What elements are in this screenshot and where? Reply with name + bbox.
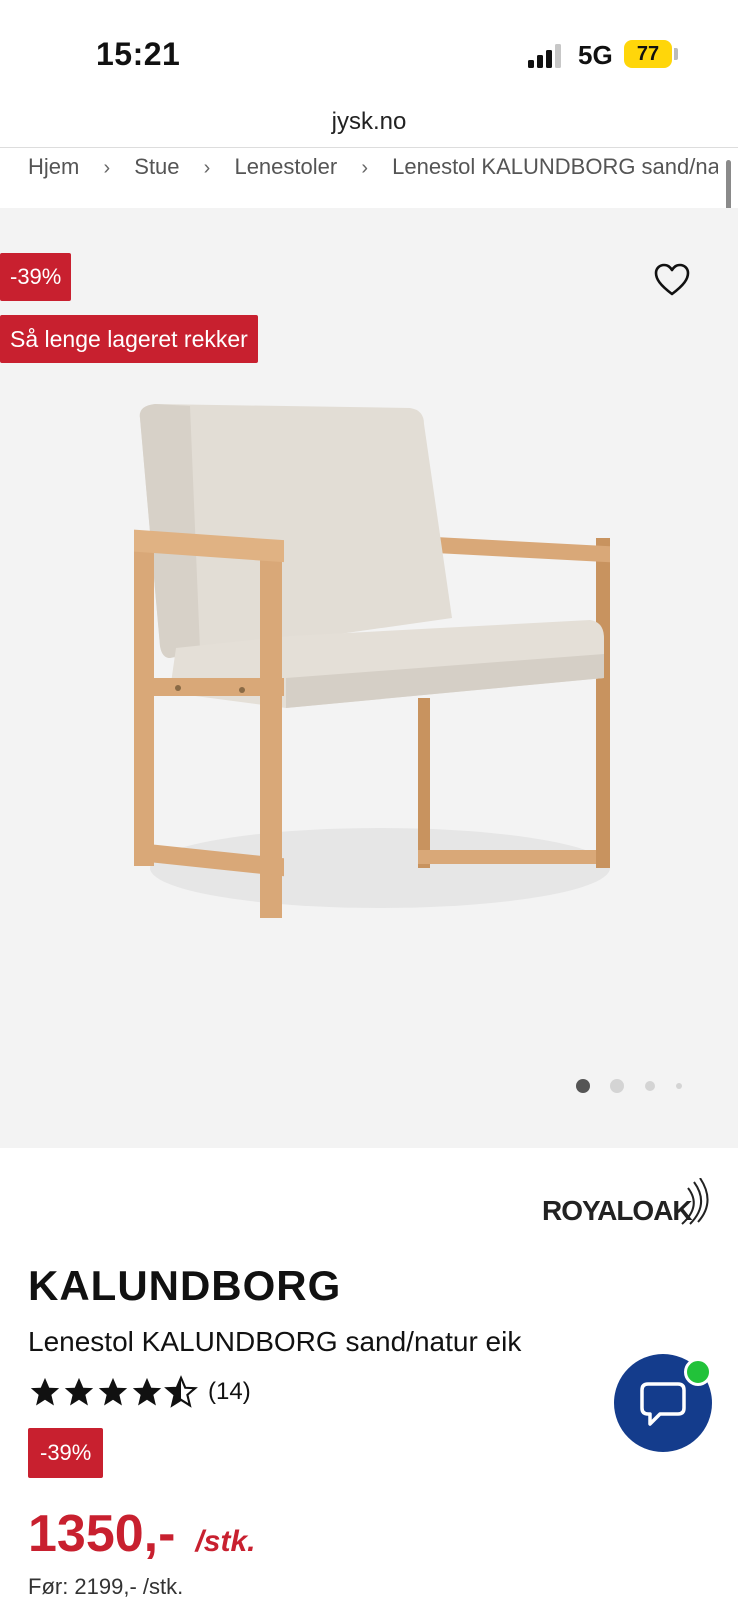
carousel-dot[interactable] <box>676 1083 682 1089</box>
chevron-right-icon: › <box>203 157 211 179</box>
breadcrumb-stue[interactable]: Stue <box>134 150 179 184</box>
chevron-right-icon: › <box>361 157 368 179</box>
rating-count[interactable]: (14) <box>208 1378 251 1406</box>
carousel-dot[interactable] <box>610 1079 624 1093</box>
discount-badge: -39% <box>0 253 72 301</box>
chat-bubble-icon <box>640 1382 686 1426</box>
carousel-dot[interactable] <box>645 1081 655 1091</box>
armchair-image <box>134 404 610 918</box>
battery-cap <box>674 48 678 60</box>
star-icon <box>98 1377 128 1406</box>
product-image-carousel[interactable]: -39% Så lenge lageret rekker <box>0 208 738 1148</box>
breadcrumb-lenestoler[interactable]: Lenestoler <box>234 150 337 184</box>
battery-icon: 77 <box>624 40 672 68</box>
breadcrumb-current: Lenestol KALUNDBORG sand/nat <box>392 154 718 179</box>
price-amount: 1350,- <box>28 1505 176 1563</box>
address-bar[interactable]: jysk.no <box>0 100 738 148</box>
product-title: KALUNDBORG <box>28 1262 342 1309</box>
network-label: 5G <box>578 40 613 70</box>
product-description: Lenestol KALUNDBORG sand/natur eik <box>28 1326 522 1357</box>
breadcrumb: Hjem › Stue › Lenestoler › Lenestol KALU… <box>28 150 718 204</box>
clock: 15:21 <box>96 36 181 72</box>
star-icon <box>132 1377 162 1406</box>
stock-badge: Så lenge lageret rekker <box>0 315 258 363</box>
brand-logo: ROYALOAK <box>542 1178 709 1226</box>
price-unit: /stk. <box>195 1525 256 1558</box>
chevron-right-icon: › <box>103 157 111 179</box>
price-discount-badge: -39% <box>28 1428 104 1478</box>
star-icon <box>30 1377 60 1406</box>
star-icon <box>64 1377 94 1406</box>
status-bar: 15:21 5G 77 <box>0 0 738 100</box>
star-half-icon <box>164 1375 198 1408</box>
breadcrumb-home[interactable]: Hjem <box>28 150 79 184</box>
old-price: Før: 2199,- /stk. <box>28 1574 184 1599</box>
rating[interactable]: (14) <box>28 1374 251 1410</box>
heart-icon[interactable] <box>654 263 690 297</box>
price: 1350,- /stk. <box>28 1504 255 1564</box>
svg-text:ROYALOAK: ROYALOAK <box>542 1195 692 1226</box>
signal-icon <box>528 44 561 68</box>
online-status-dot <box>684 1358 712 1386</box>
carousel-dot-active[interactable] <box>576 1079 590 1093</box>
